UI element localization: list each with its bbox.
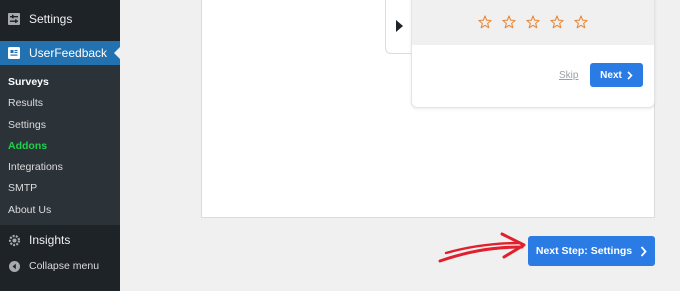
insights-gear-icon bbox=[7, 233, 21, 247]
menu-item-label: UserFeedback bbox=[29, 46, 108, 60]
submenu-item-results[interactable]: Results bbox=[8, 97, 43, 109]
admin-sidebar: Settings UserFeedback Surveys Results Se… bbox=[0, 0, 120, 291]
next-step-label: Next Step: Settings bbox=[535, 245, 633, 257]
userfeedback-logo-icon bbox=[7, 46, 21, 60]
next-button[interactable]: Next bbox=[590, 63, 643, 87]
menu-item-settings[interactable]: Settings bbox=[0, 8, 120, 30]
rating-star-1-icon[interactable] bbox=[478, 15, 492, 29]
collapse-arrow-icon bbox=[7, 259, 21, 273]
collapse-menu-button[interactable]: Collapse menu bbox=[0, 256, 120, 276]
submenu-item-integrations[interactable]: Integrations bbox=[8, 161, 63, 173]
menu-item-userfeedback[interactable]: UserFeedback bbox=[0, 41, 120, 65]
rating-star-3-icon[interactable] bbox=[526, 15, 540, 29]
survey-widget-card: Skip Next bbox=[411, 0, 655, 108]
submenu-item-about-us[interactable]: About Us bbox=[8, 204, 51, 216]
submenu-item-surveys[interactable]: Surveys bbox=[8, 76, 49, 88]
rating-star-4-icon[interactable] bbox=[550, 15, 564, 29]
skip-link[interactable]: Skip bbox=[559, 70, 578, 81]
menu-item-label: Settings bbox=[29, 12, 73, 26]
toggle-preview-tab[interactable] bbox=[385, 0, 413, 54]
settings-sliders-icon bbox=[7, 12, 21, 26]
star-rating bbox=[412, 0, 654, 45]
submenu-item-settings[interactable]: Settings bbox=[8, 119, 46, 131]
rating-star-2-icon[interactable] bbox=[502, 15, 516, 29]
menu-item-insights[interactable]: Insights bbox=[0, 229, 120, 251]
chevron-right-icon bbox=[627, 70, 633, 80]
next-button-label: Next bbox=[600, 69, 622, 81]
submenu-item-addons[interactable]: Addons bbox=[8, 140, 47, 152]
next-step-settings-button[interactable]: Next Step: Settings bbox=[528, 236, 655, 266]
caret-right-icon bbox=[396, 20, 403, 32]
submenu-item-smtp[interactable]: SMTP bbox=[8, 182, 37, 194]
userfeedback-submenu: Surveys Results Settings Addons Integrat… bbox=[0, 65, 120, 225]
annotation-arrow-icon bbox=[438, 232, 526, 263]
menu-item-label: Insights bbox=[29, 233, 71, 247]
chevron-right-icon bbox=[640, 245, 647, 257]
collapse-label: Collapse menu bbox=[29, 260, 100, 272]
rating-star-5-icon[interactable] bbox=[574, 15, 588, 29]
